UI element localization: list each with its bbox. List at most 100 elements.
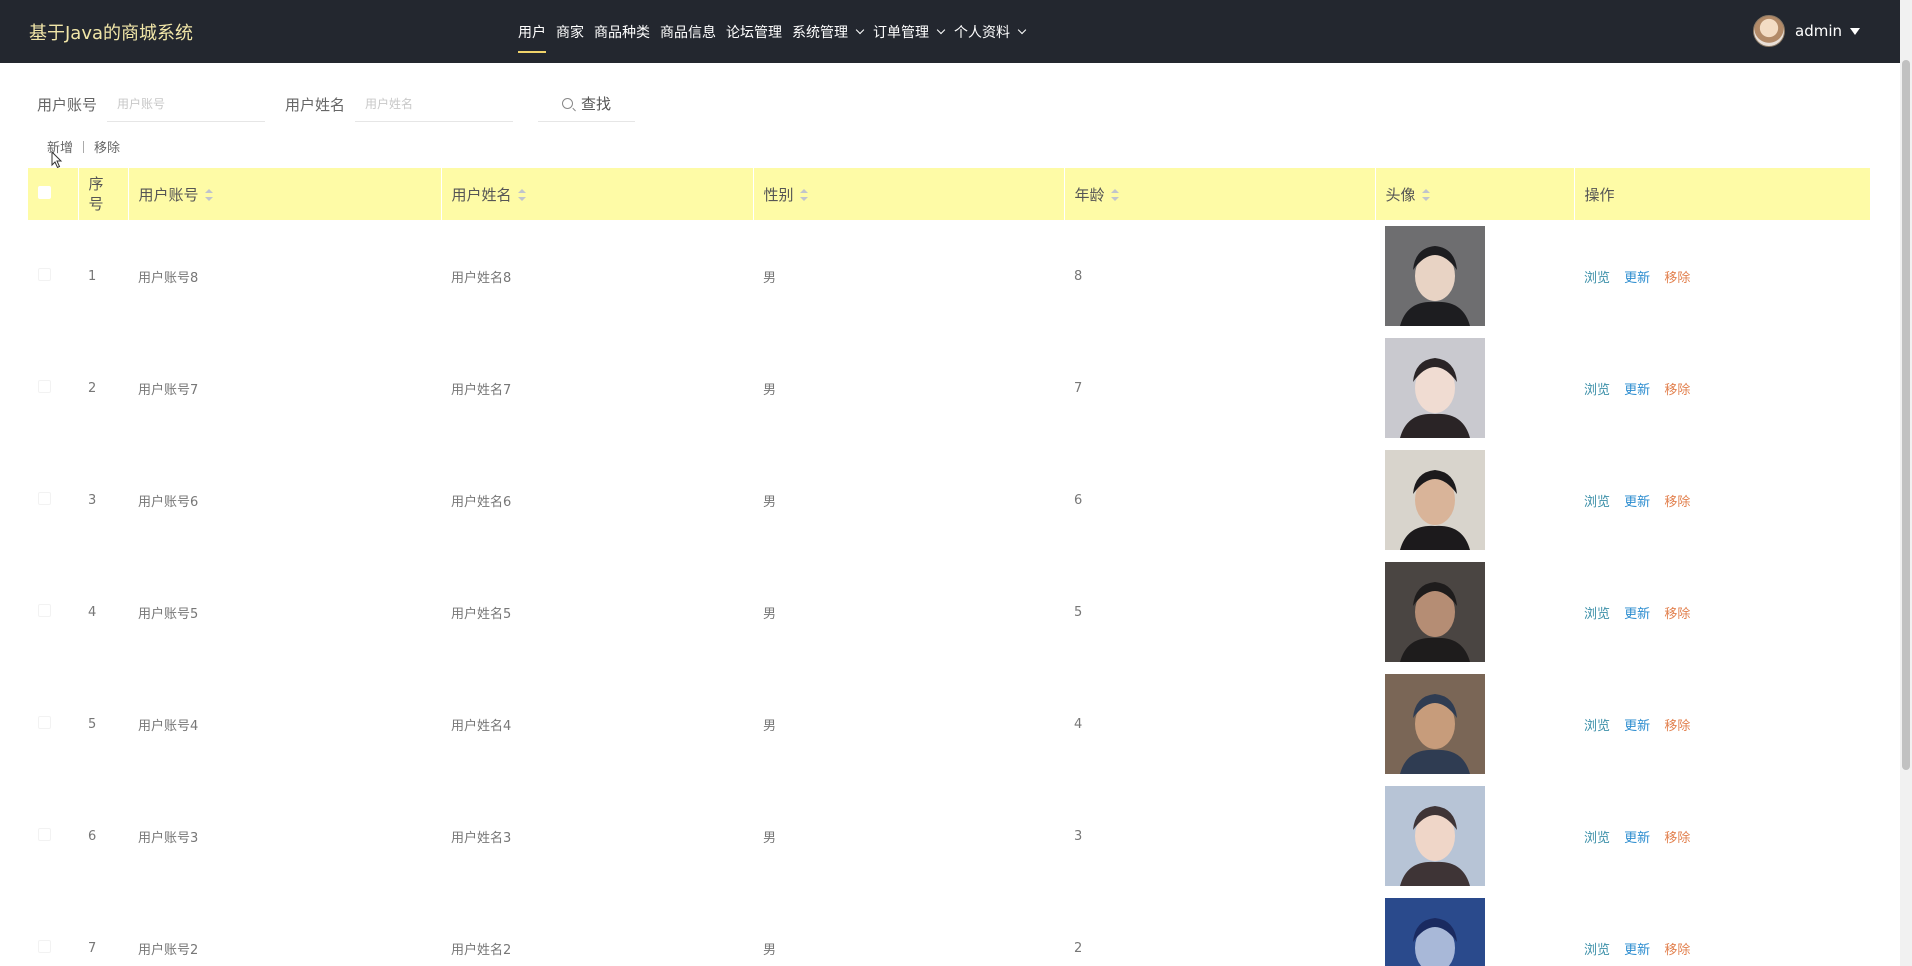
update-button[interactable]: 更新 bbox=[1624, 383, 1650, 398]
col-gender-label: 性别 bbox=[763, 185, 794, 204]
row-select-cell bbox=[28, 780, 78, 892]
remove-button[interactable]: 移除 bbox=[1664, 607, 1690, 622]
remove-button[interactable]: 移除 bbox=[1664, 271, 1690, 286]
cell-avatar bbox=[1375, 444, 1574, 556]
row-checkbox[interactable] bbox=[38, 939, 51, 953]
table-row[interactable]: 6 用户账号3 用户姓名3 男 3 浏览 更新 移除 bbox=[28, 780, 1870, 892]
row-select-cell bbox=[28, 332, 78, 444]
row-checkbox[interactable] bbox=[38, 267, 51, 281]
cell-gender: 男 bbox=[763, 718, 777, 734]
cell-gender: 男 bbox=[763, 494, 777, 510]
table-row[interactable]: 2 用户账号7 用户姓名7 男 7 浏览 更新 移除 bbox=[28, 332, 1870, 444]
cell-avatar bbox=[1375, 668, 1574, 780]
scrollbar-thumb[interactable] bbox=[1902, 60, 1910, 770]
view-button[interactable]: 浏览 bbox=[1584, 943, 1610, 958]
divider bbox=[83, 140, 85, 153]
user-photo bbox=[1385, 450, 1485, 550]
cell-ops: 浏览 更新 移除 bbox=[1574, 780, 1870, 892]
view-button[interactable]: 浏览 bbox=[1584, 831, 1610, 846]
update-button[interactable]: 更新 bbox=[1624, 271, 1650, 286]
table-row[interactable]: 5 用户账号4 用户姓名4 男 4 浏览 更新 移除 bbox=[28, 668, 1870, 780]
nav-item-2[interactable]: 商品种类 bbox=[594, 0, 650, 63]
view-button[interactable]: 浏览 bbox=[1584, 383, 1610, 398]
table-row[interactable]: 4 用户账号5 用户姓名5 男 5 浏览 更新 移除 bbox=[28, 556, 1870, 668]
nav-item-label: 商品信息 bbox=[660, 24, 716, 41]
nav-item-0[interactable]: 用户 bbox=[518, 0, 546, 63]
cell-avatar bbox=[1375, 892, 1574, 966]
col-name[interactable]: 用户姓名 bbox=[441, 168, 754, 220]
table-header-row: 序号 用户账号 用户姓名 性别 年龄 头像 操作 bbox=[28, 168, 1871, 220]
user-menu[interactable]: admin bbox=[1753, 15, 1860, 47]
row-checkbox[interactable] bbox=[38, 827, 51, 841]
cell-index: 6 bbox=[88, 828, 97, 844]
col-age[interactable]: 年龄 bbox=[1064, 168, 1376, 220]
update-button[interactable]: 更新 bbox=[1624, 495, 1650, 510]
cell-ops: 浏览 更新 移除 bbox=[1574, 220, 1870, 332]
user-photo bbox=[1385, 226, 1485, 326]
nav-item-3[interactable]: 商品信息 bbox=[660, 0, 716, 63]
row-checkbox[interactable] bbox=[38, 603, 51, 617]
remove-button[interactable]: 移除 bbox=[1664, 719, 1690, 734]
cell-age: 2 bbox=[1074, 940, 1083, 956]
sort-icon[interactable] bbox=[1421, 189, 1430, 201]
account-search-input[interactable] bbox=[107, 86, 266, 122]
view-button[interactable]: 浏览 bbox=[1584, 719, 1610, 734]
remove-button[interactable]: 移除 bbox=[1664, 383, 1690, 398]
row-checkbox[interactable] bbox=[38, 715, 51, 729]
user-photo bbox=[1385, 562, 1485, 662]
cell-account: 用户账号4 bbox=[138, 718, 199, 734]
user-table: 序号 用户账号 用户姓名 性别 年龄 头像 操作 1 用户账号8 用户姓名8 男… bbox=[28, 168, 1871, 966]
row-checkbox[interactable] bbox=[38, 491, 51, 505]
select-all-checkbox[interactable] bbox=[38, 186, 51, 199]
nav-item-label: 商品种类 bbox=[594, 24, 650, 41]
col-index: 序号 bbox=[78, 168, 129, 220]
cell-age: 3 bbox=[1074, 828, 1083, 844]
sort-icon[interactable] bbox=[1110, 189, 1119, 201]
search-button[interactable]: 查找 bbox=[538, 86, 636, 122]
nav-item-label: 商家 bbox=[556, 24, 584, 41]
col-gender[interactable]: 性别 bbox=[753, 168, 1065, 220]
table-row[interactable]: 1 用户账号8 用户姓名8 男 8 浏览 更新 移除 bbox=[28, 220, 1870, 332]
cell-age: 7 bbox=[1074, 380, 1083, 396]
update-button[interactable]: 更新 bbox=[1624, 719, 1650, 734]
row-select-cell bbox=[28, 892, 78, 966]
remove-button[interactable]: 移除 bbox=[1664, 943, 1690, 958]
nav-item-4[interactable]: 论坛管理 bbox=[726, 0, 782, 63]
batch-remove-button[interactable]: 移除 bbox=[94, 137, 120, 156]
remove-button[interactable]: 移除 bbox=[1664, 831, 1690, 846]
sort-icon[interactable] bbox=[517, 189, 526, 201]
nav-item-6[interactable]: 订单管理 bbox=[873, 0, 946, 63]
remove-button[interactable]: 移除 bbox=[1664, 495, 1690, 510]
update-button[interactable]: 更新 bbox=[1624, 607, 1650, 622]
top-navbar: 基于Java的商城系统 用户 商家 商品种类 商品信息 论坛管理 系统管理 订单管理 个人资料… bbox=[0, 0, 1900, 63]
name-search-input[interactable] bbox=[355, 86, 514, 122]
update-button[interactable]: 更新 bbox=[1624, 831, 1650, 846]
cell-age: 8 bbox=[1074, 268, 1083, 284]
cell-gender: 男 bbox=[763, 382, 777, 398]
cell-account: 用户账号5 bbox=[138, 606, 199, 622]
nav-item-1[interactable]: 商家 bbox=[556, 0, 584, 63]
cell-index: 1 bbox=[88, 268, 97, 284]
view-button[interactable]: 浏览 bbox=[1584, 271, 1610, 286]
nav-item-7[interactable]: 个人资料 bbox=[954, 0, 1027, 63]
cell-gender: 男 bbox=[763, 270, 777, 286]
row-select-cell bbox=[28, 444, 78, 556]
col-ops: 操作 bbox=[1574, 168, 1871, 220]
nav-item-5[interactable]: 系统管理 bbox=[792, 0, 865, 63]
name-label: 用户姓名 bbox=[285, 95, 346, 114]
cell-ops: 浏览 更新 移除 bbox=[1574, 556, 1870, 668]
update-button[interactable]: 更新 bbox=[1624, 943, 1650, 958]
col-avatar[interactable]: 头像 bbox=[1375, 168, 1575, 220]
table-row[interactable]: 3 用户账号6 用户姓名6 男 6 浏览 更新 移除 bbox=[28, 444, 1870, 556]
cell-index: 5 bbox=[88, 716, 97, 732]
table-row[interactable]: 7 用户账号2 用户姓名2 男 2 浏览 更新 移除 bbox=[28, 892, 1870, 966]
row-checkbox[interactable] bbox=[38, 379, 51, 393]
col-account[interactable]: 用户账号 bbox=[128, 168, 442, 220]
view-button[interactable]: 浏览 bbox=[1584, 607, 1610, 622]
chevron-down-icon bbox=[855, 25, 865, 34]
sort-icon[interactable] bbox=[799, 189, 808, 201]
view-button[interactable]: 浏览 bbox=[1584, 495, 1610, 510]
sort-icon[interactable] bbox=[204, 189, 213, 201]
user-avatar bbox=[1753, 15, 1785, 47]
cell-account: 用户账号6 bbox=[138, 494, 199, 510]
